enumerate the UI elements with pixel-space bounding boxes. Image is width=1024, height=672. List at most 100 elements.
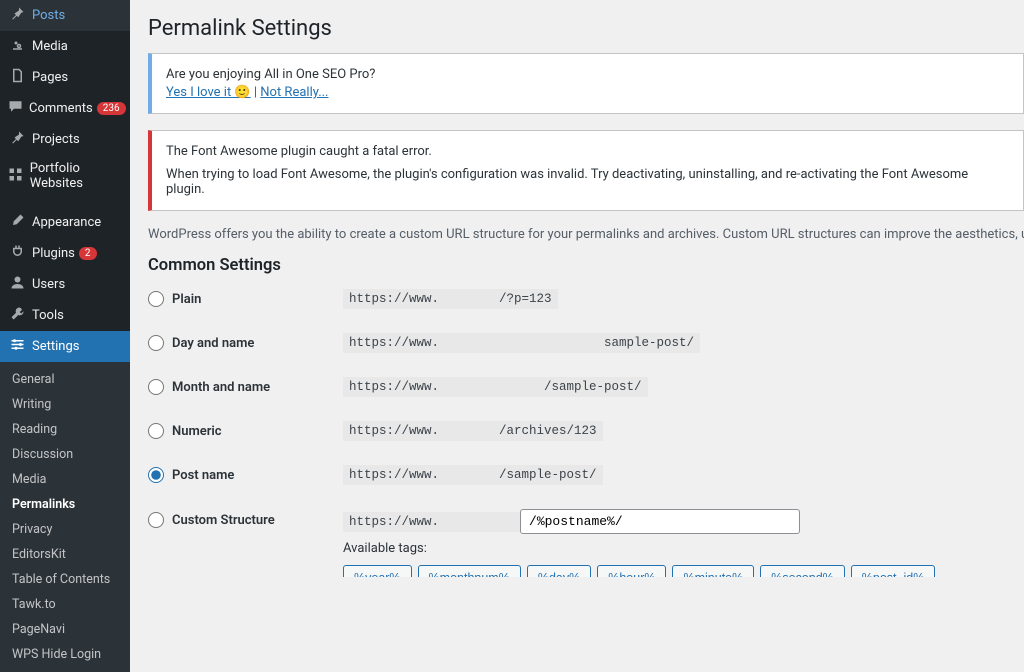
- submenu-item-discussion[interactable]: Discussion: [0, 442, 130, 467]
- sidebar-item-label: Comments: [29, 101, 93, 116]
- admin-sidebar: Posts Media Pages Comments 236 Projects Portfo…: [0, 0, 130, 577]
- sidebar-item-label: Portfolio Websites: [30, 161, 123, 191]
- available-tags-label: Available tags:: [343, 541, 1024, 556]
- radio-label[interactable]: Post name: [148, 467, 343, 483]
- sidebar-item-label: Projects: [32, 132, 80, 147]
- seo-notice-yes-link[interactable]: Yes I love it 🙂: [166, 85, 251, 100]
- available-tags: %year% %monthnum% %day% %hour% %minute% %seco…: [343, 565, 1024, 577]
- plug-icon: [8, 244, 26, 263]
- example-url: https://www. /?p=123: [343, 289, 558, 309]
- error-line-1: The Font Awesome plugin caught a fatal e…: [166, 144, 1009, 159]
- main-content: Permalink Settings Are you enjoying All …: [130, 0, 1024, 577]
- permalink-description: WordPress offers you the ability to crea…: [148, 227, 1024, 242]
- sidebar-item-pages[interactable]: Pages: [0, 62, 130, 93]
- submenu-item-wps-hide-login[interactable]: WPS Hide Login: [0, 642, 130, 667]
- sidebar-item-label: Tools: [32, 308, 64, 323]
- wrench-icon: [8, 306, 26, 325]
- permalink-option-plain: Plain https://www. /?p=123: [148, 289, 1024, 309]
- radio-numeric[interactable]: [148, 423, 164, 439]
- tag-monthnum[interactable]: %monthnum%: [418, 565, 521, 577]
- sidebar-item-users[interactable]: Users: [0, 269, 130, 300]
- sliders-icon: [8, 337, 26, 356]
- seo-notice-question: Are you enjoying All in One SEO Pro?: [166, 67, 1009, 82]
- sidebar-item-label: Plugins: [32, 246, 75, 261]
- radio-post_name[interactable]: [148, 467, 164, 483]
- permalink-option-day-name: Day and name https://www. sample-post/: [148, 333, 1024, 353]
- radio-label[interactable]: Numeric: [148, 423, 343, 439]
- radio-label[interactable]: Plain: [148, 291, 343, 307]
- radio-label[interactable]: Day and name: [148, 335, 343, 351]
- submenu-item-reading[interactable]: Reading: [0, 417, 130, 442]
- sidebar-item-projects[interactable]: Projects: [0, 124, 130, 155]
- sidebar-item-settings[interactable]: Settings: [0, 331, 130, 362]
- tag-second[interactable]: %second%: [760, 565, 845, 577]
- option-label-text: Numeric: [172, 424, 222, 439]
- seo-notice-no-link[interactable]: Not Really...: [260, 85, 328, 100]
- sidebar-item-label: Pages: [32, 70, 68, 85]
- sidebar-item-label: Settings: [32, 339, 79, 354]
- sidebar-item-appearance[interactable]: Appearance: [0, 207, 130, 238]
- example-url: https://www. /sample-post/: [343, 465, 603, 485]
- radio-label[interactable]: Month and name: [148, 379, 343, 395]
- radio-day_name[interactable]: [148, 335, 164, 351]
- submenu-item-permalinks[interactable]: Permalinks: [0, 492, 130, 517]
- tag-minute[interactable]: %minute%: [672, 565, 754, 577]
- permalink-option-month-name: Month and name https://www. /sample-post/: [148, 377, 1024, 397]
- page-icon: [8, 68, 26, 87]
- option-label-text: Custom Structure: [172, 513, 275, 528]
- media-icon: [8, 37, 26, 56]
- example-url: https://www. /sample-post/: [343, 377, 648, 397]
- custom-structure-input[interactable]: [520, 509, 800, 534]
- seo-notice: Are you enjoying All in One SEO Pro? Yes…: [148, 53, 1024, 114]
- submenu-item-media[interactable]: Media: [0, 467, 130, 492]
- sidebar-item-posts[interactable]: Posts: [0, 0, 130, 31]
- submenu-item-editorskit[interactable]: EditorsKit: [0, 542, 130, 567]
- sidebar-item-label: Posts: [32, 8, 65, 23]
- active-arrow-icon: [130, 339, 138, 355]
- permalink-option-post-name: Post name https://www. /sample-post/: [148, 465, 1024, 485]
- error-line-2: When trying to load Font Awesome, the pl…: [166, 167, 1009, 197]
- option-label-text: Post name: [172, 468, 234, 483]
- radio-custom[interactable]: [148, 512, 164, 528]
- submenu-item-privacy[interactable]: Privacy: [0, 517, 130, 542]
- page-title: Permalink Settings: [148, 16, 1024, 41]
- sidebar-item-label: Appearance: [32, 215, 101, 230]
- option-label-text: Day and name: [172, 336, 254, 351]
- submenu-item-general[interactable]: General: [0, 367, 130, 392]
- brush-icon: [8, 213, 26, 232]
- sidebar-item-comments[interactable]: Comments 236: [0, 93, 130, 124]
- radio-month_name[interactable]: [148, 379, 164, 395]
- sidebar-item-tools[interactable]: Tools: [0, 300, 130, 331]
- pin-icon: [8, 6, 26, 25]
- custom-base-url: https://www.: [343, 512, 520, 532]
- tag-day[interactable]: %day%: [527, 565, 591, 577]
- submenu-item-pagenavi[interactable]: PageNavi: [0, 617, 130, 642]
- tag-post_id[interactable]: %post_id%: [851, 565, 936, 577]
- submenu-item-writing[interactable]: Writing: [0, 392, 130, 417]
- count-badge: 236: [97, 102, 126, 115]
- sidebar-item-label: Users: [32, 277, 65, 292]
- tag-hour[interactable]: %hour%: [597, 565, 666, 577]
- sidebar-item-media[interactable]: Media: [0, 31, 130, 62]
- example-url: https://www. /archives/123: [343, 421, 603, 441]
- user-icon: [8, 275, 26, 294]
- sidebar-item-label: Media: [32, 39, 68, 54]
- comment-icon: [8, 99, 23, 118]
- submenu-item-tawk.to[interactable]: Tawk.to: [0, 592, 130, 617]
- common-settings-heading: Common Settings: [148, 256, 1024, 275]
- sidebar-item-portfolio-websites[interactable]: Portfolio Websites: [0, 155, 130, 197]
- count-badge: 2: [79, 247, 97, 260]
- settings-submenu: GeneralWritingReadingDiscussionMediaPerm…: [0, 362, 130, 672]
- permalink-option-custom: Custom Structure https://www. Available t…: [148, 509, 1024, 577]
- example-url: https://www. sample-post/: [343, 333, 700, 353]
- tag-year[interactable]: %year%: [343, 565, 412, 577]
- option-label-text: Plain: [172, 292, 201, 307]
- pin-icon: [8, 130, 26, 149]
- radio-plain[interactable]: [148, 291, 164, 307]
- grid-icon: [8, 167, 24, 186]
- option-label-text: Month and name: [172, 380, 270, 395]
- submenu-item-table-of-contents[interactable]: Table of Contents: [0, 567, 130, 592]
- sidebar-item-plugins[interactable]: Plugins 2: [0, 238, 130, 269]
- radio-label[interactable]: Custom Structure: [148, 512, 343, 528]
- permalink-option-numeric: Numeric https://www. /archives/123: [148, 421, 1024, 441]
